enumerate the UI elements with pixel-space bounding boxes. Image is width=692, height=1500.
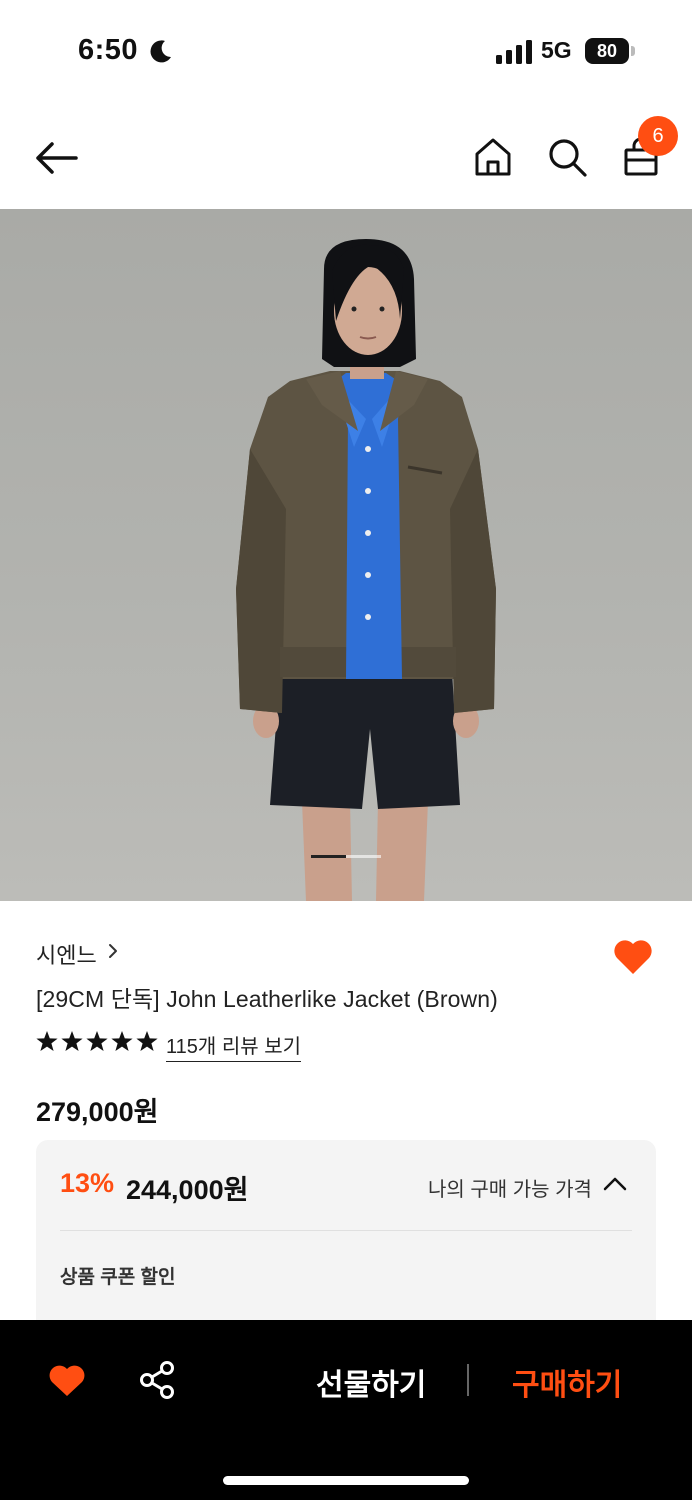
rating-stars — [36, 1031, 158, 1051]
review-link[interactable]: 115개 리뷰 보기 — [166, 1030, 301, 1062]
arrow-left-icon[interactable] — [30, 136, 82, 180]
model-photo — [236, 239, 496, 901]
bottom-bar-separator — [467, 1364, 469, 1396]
bottom-action-bar: 선물하기 구매하기 — [0, 1320, 692, 1500]
top-nav — [0, 100, 692, 210]
product-image[interactable] — [0, 209, 692, 901]
chevron-right-icon[interactable] — [106, 942, 120, 960]
chevron-up-icon[interactable] — [602, 1174, 628, 1192]
heart-icon[interactable] — [612, 938, 654, 976]
signal-icon — [496, 40, 532, 64]
coupon-label: 상품 쿠폰 할인 — [60, 1267, 176, 1288]
network-label: 5G — [541, 37, 572, 63]
heart-icon[interactable] — [48, 1364, 86, 1398]
discount-rate: 13% — [60, 1168, 115, 1198]
brand-link[interactable]: 시엔느 — [36, 938, 97, 970]
original-price: 279,000원 — [36, 1097, 159, 1127]
status-bar: 6:50 5G 80 — [0, 0, 692, 100]
home-indicator — [223, 1476, 469, 1485]
battery-level: 80 — [585, 38, 629, 64]
gallery-pager — [311, 855, 381, 858]
battery-icon: 80 — [585, 38, 635, 64]
buy-button[interactable]: 구매하기 — [512, 1360, 622, 1404]
moon-icon — [150, 40, 171, 63]
panel-divider — [60, 1230, 632, 1231]
sale-price: 244,000원 — [126, 1175, 249, 1205]
search-icon[interactable] — [546, 136, 588, 178]
price-panel: 13% 244,000원 나의 구매 가능 가격 상품 쿠폰 할인 — [36, 1140, 656, 1340]
product-title: [29CM 단독] John Leatherlike Jacket (Brown… — [36, 986, 498, 1012]
home-icon[interactable] — [472, 136, 514, 178]
gallery-pager-active — [311, 855, 346, 858]
gift-button[interactable]: 선물하기 — [316, 1360, 426, 1404]
share-icon[interactable] — [138, 1360, 176, 1400]
status-time: 6:50 — [78, 34, 139, 66]
cart-count-badge: 6 — [638, 116, 678, 156]
battery-tip — [631, 46, 635, 56]
my-price-toggle[interactable]: 나의 구매 가능 가격 — [428, 1173, 592, 1202]
